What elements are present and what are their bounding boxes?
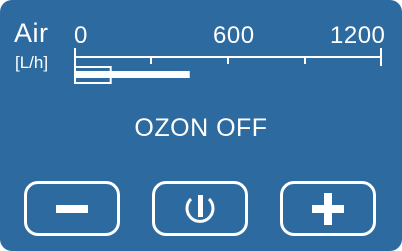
increase-button[interactable] — [280, 181, 376, 236]
minus-icon — [56, 205, 88, 213]
decrease-button[interactable] — [24, 181, 120, 236]
plus-icon — [312, 193, 344, 225]
ozone-control-screen: Air [L/h] 0 600 1200 OZON OFF — [0, 0, 402, 251]
power-button[interactable] — [152, 181, 248, 236]
ozone-status-text: OZON OFF — [134, 114, 268, 142]
power-icon — [185, 195, 215, 223]
air-flow-bar — [75, 71, 190, 78]
